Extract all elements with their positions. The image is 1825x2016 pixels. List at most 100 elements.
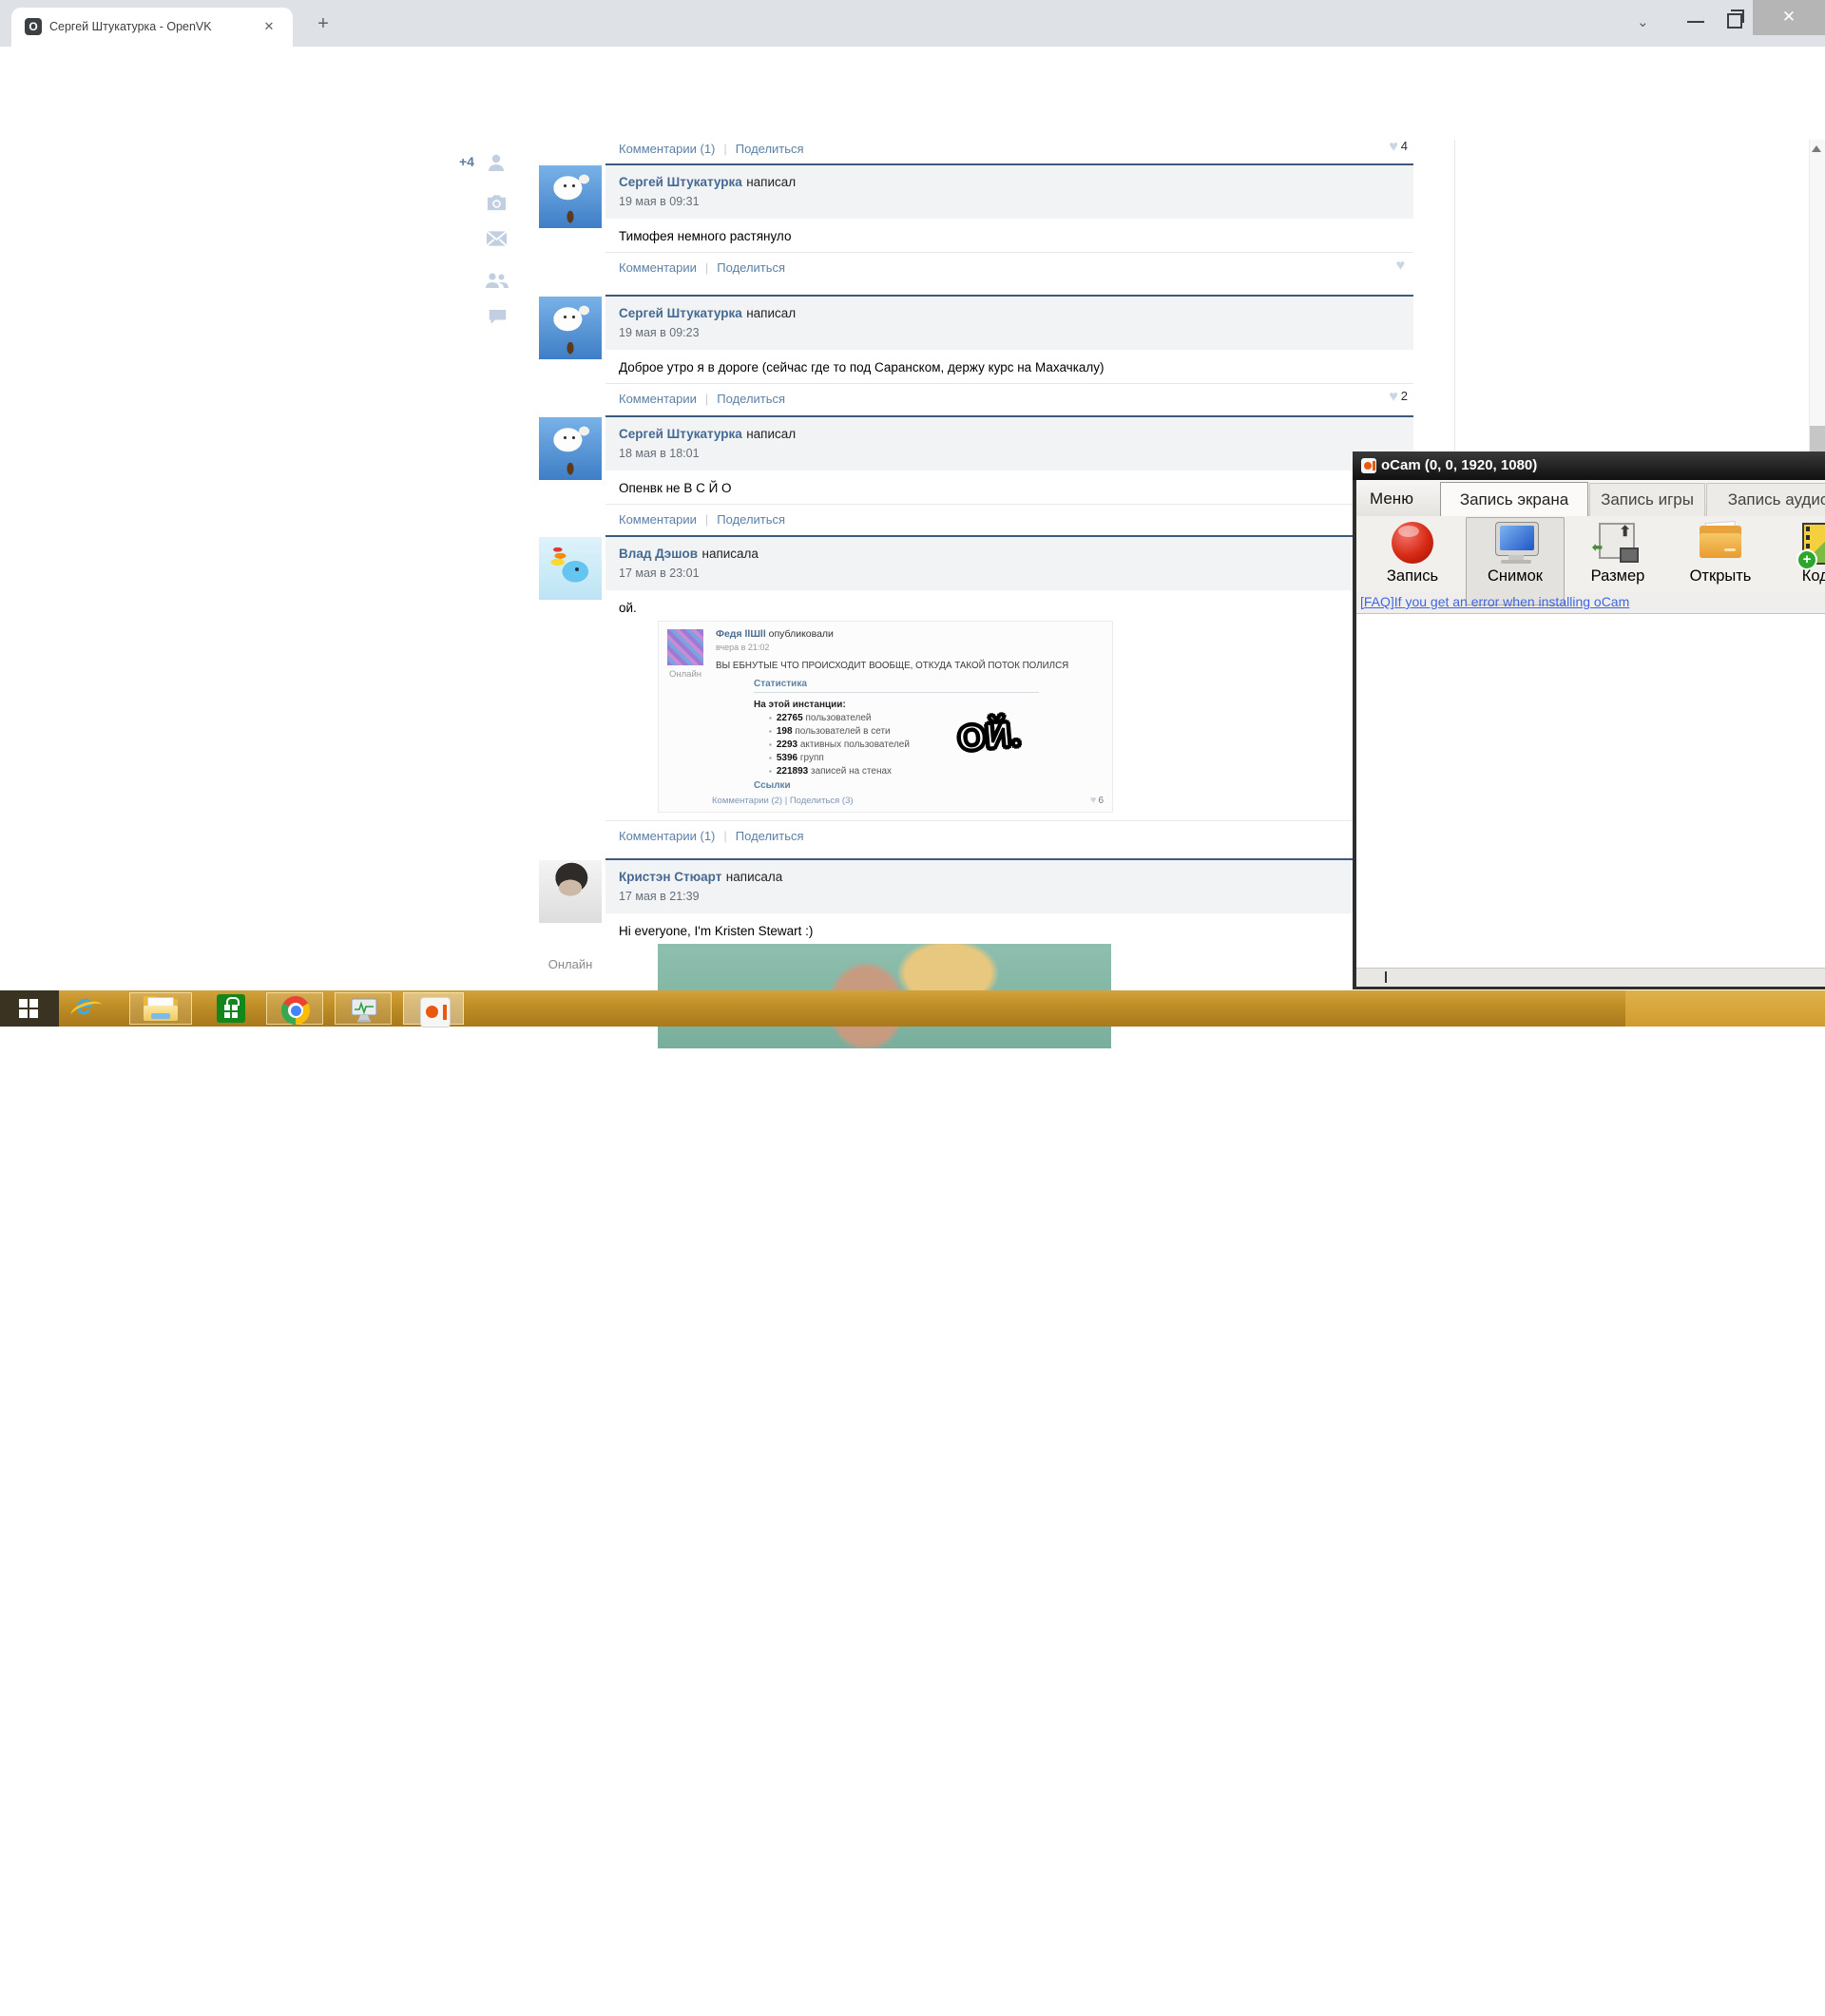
ocam-codec-button[interactable]: + Кодек bbox=[1774, 518, 1825, 605]
repost-likes: ♥6 bbox=[1090, 795, 1104, 806]
post-author-avatar[interactable] bbox=[539, 417, 602, 480]
tab-search-chevron-icon[interactable]: ⌄ bbox=[1637, 13, 1649, 30]
network-icon[interactable] bbox=[1571, 1988, 1596, 2007]
ocam-title-bar[interactable]: oCam (0, 0, 1920, 1080) bbox=[1353, 451, 1825, 480]
post-text: ой. bbox=[605, 590, 1413, 615]
power-battery-icon[interactable] bbox=[1542, 1987, 1565, 2008]
like-button[interactable]: ♥4 bbox=[1389, 139, 1408, 156]
comments-link[interactable]: Комментарии bbox=[619, 392, 697, 406]
share-link[interactable]: Поделиться bbox=[736, 142, 804, 156]
tray-show-hidden-icons[interactable] bbox=[1489, 1996, 1500, 2003]
post-date: 19 мая в 09:31 bbox=[619, 195, 1400, 208]
stat-item: ▪221893 записей на стенах bbox=[769, 766, 1039, 777]
attached-screenshot-image[interactable]: Онлайн Федя llШll опубликовали вчера в 2… bbox=[658, 621, 1113, 813]
post-author-link[interactable]: Влад Дэшов bbox=[619, 547, 698, 561]
ocam-faq-link[interactable]: [FAQ]If you get an error when installing… bbox=[1360, 594, 1629, 609]
taskbar: e bbox=[0, 990, 1825, 1027]
new-tab-button[interactable]: + bbox=[310, 11, 336, 38]
ocam-open-button[interactable]: Открыть bbox=[1671, 518, 1770, 605]
post-author-avatar[interactable] bbox=[539, 297, 602, 359]
ocam-snapshot-button[interactable]: Снимок bbox=[1466, 517, 1565, 605]
oy-sticker: ОЙ. bbox=[956, 714, 1022, 759]
window-close-button[interactable]: ✕ bbox=[1753, 0, 1825, 35]
post-date: 19 мая в 09:23 bbox=[619, 326, 1400, 339]
post-author-link[interactable]: Сергей Штукатурка bbox=[619, 306, 742, 320]
browser-tab[interactable]: O Сергей Штукатурка - OpenVK ✕ bbox=[11, 8, 293, 47]
chrome-icon bbox=[281, 996, 310, 1025]
windows-logo-icon bbox=[19, 999, 28, 1008]
links-section-title: Ссылки bbox=[754, 780, 1039, 791]
taskbar-store[interactable] bbox=[202, 990, 260, 1027]
resize-icon: ⬆⬅ bbox=[1599, 523, 1635, 559]
repost-text: ВЫ ЕБНУТЫЕ ЧТО ПРОИСХОДИТ ВООБЩЕ, ОТКУДА… bbox=[716, 661, 1068, 671]
language-indicator[interactable]: ENG bbox=[1641, 1990, 1672, 2006]
ocam-window[interactable]: oCam (0, 0, 1920, 1080) Меню Запись экра… bbox=[1353, 451, 1825, 989]
ocam-tab-audio-record[interactable]: Запись аудио bbox=[1706, 483, 1825, 516]
post-author-avatar[interactable] bbox=[539, 165, 602, 228]
screen: { "browser": { "tab": {"favicon_letter":… bbox=[0, 0, 1825, 1027]
codec-icon: + bbox=[1802, 523, 1825, 565]
performance-monitor-icon bbox=[350, 996, 378, 1025]
volume-icon[interactable] bbox=[1604, 1988, 1626, 2007]
ocam-tab-screen-record[interactable]: Запись экрана bbox=[1440, 482, 1588, 518]
post-author-link[interactable]: Сергей Штукатурка bbox=[619, 427, 742, 441]
ocam-tab-game-record[interactable]: Запись игры bbox=[1589, 483, 1705, 516]
wall-post: Сергей Штукатурка написал 19 мая в 09:23… bbox=[605, 295, 1413, 413]
store-icon bbox=[217, 994, 245, 1023]
share-link[interactable]: Поделиться bbox=[717, 260, 785, 275]
taskbar-performance-monitor[interactable] bbox=[335, 992, 392, 1025]
folder-icon bbox=[1700, 526, 1741, 560]
ocam-resize-button[interactable]: ⬆⬅ Размер bbox=[1568, 518, 1667, 605]
scrollbar-up-arrow[interactable] bbox=[1812, 145, 1821, 152]
like-button[interactable]: ♥2 bbox=[1389, 389, 1408, 406]
taskbar-clock[interactable]: 21:00 21.05.2025 bbox=[1682, 1982, 1817, 2016]
taskbar-chrome[interactable] bbox=[266, 992, 323, 1025]
clock-time: 21:00 bbox=[1682, 1982, 1817, 1999]
ocam-menu-button[interactable]: Меню bbox=[1370, 490, 1413, 509]
post-author-link[interactable]: Кристэн Стюарт bbox=[619, 870, 721, 884]
post-date: 18 мая в 18:01 bbox=[619, 447, 1400, 460]
action-center-flag-icon[interactable] bbox=[1512, 1988, 1533, 2007]
ocam-status-bar bbox=[1356, 968, 1825, 987]
share-link[interactable]: Поделиться bbox=[717, 392, 785, 406]
tab-close-icon[interactable]: ✕ bbox=[260, 18, 278, 35]
post-text: Тимофея немного растянуло bbox=[605, 219, 1413, 252]
post-text: Опенвк не В С Й О bbox=[605, 470, 1413, 504]
window-restore-button[interactable] bbox=[1727, 13, 1742, 29]
like-button[interactable]: ♥ bbox=[1396, 258, 1409, 275]
sidebar-friends-count[interactable]: +4 bbox=[459, 154, 474, 169]
comments-link[interactable]: Комментарии (1) bbox=[619, 829, 715, 843]
share-link[interactable]: Поделиться bbox=[717, 512, 785, 527]
taskbar-ocam[interactable] bbox=[403, 992, 464, 1025]
camera-icon[interactable] bbox=[486, 194, 508, 212]
share-link[interactable]: Поделиться bbox=[736, 829, 804, 843]
browser-toolbar: ← → ⟳ ovk.to/shtuknn#2 ☆ И bbox=[0, 47, 1825, 99]
messages-icon[interactable] bbox=[486, 230, 508, 247]
comments-link[interactable]: Комментарии bbox=[619, 512, 697, 527]
taskbar-ie[interactable]: e bbox=[63, 990, 118, 1027]
repost-actions: Комментарии (2) | Поделиться (3) bbox=[712, 796, 854, 806]
comments-link[interactable]: Комментарии (1) bbox=[619, 142, 715, 156]
wall-post: Влад Дэшов написала 17 мая в 23:01 ой. О… bbox=[605, 535, 1413, 850]
post-author-link[interactable]: Сергей Штукатурка bbox=[619, 175, 742, 189]
tab-strip: O Сергей Штукатурка - OpenVK ✕ + ⌄ ✕ bbox=[0, 0, 1825, 47]
comments-icon[interactable] bbox=[488, 308, 508, 325]
start-button[interactable] bbox=[0, 990, 59, 1027]
ocam-icon bbox=[420, 997, 451, 1027]
window-minimize-button[interactable] bbox=[1687, 21, 1704, 23]
taskbar-file-explorer[interactable] bbox=[129, 992, 192, 1025]
friends-icon[interactable] bbox=[484, 271, 509, 290]
online-status: Онлайн bbox=[539, 957, 602, 971]
heart-icon: ♥ bbox=[1090, 795, 1097, 806]
post-author-avatar[interactable] bbox=[539, 860, 602, 923]
repost-date: вчера в 21:02 bbox=[716, 643, 769, 652]
post-author-avatar[interactable] bbox=[539, 537, 602, 600]
comments-link[interactable]: Комментарии bbox=[619, 260, 697, 275]
tab-title: Сергей Штукатурка - OpenVK bbox=[49, 20, 249, 33]
person-icon[interactable] bbox=[485, 151, 508, 174]
ocam-record-button[interactable]: Запись bbox=[1363, 518, 1462, 605]
repost-author-link: Федя llШll опубликовали bbox=[716, 628, 834, 640]
wall-post: Сергей Штукатурка написал 18 мая в 18:01… bbox=[605, 415, 1413, 533]
online-status: Онлайн bbox=[661, 669, 710, 680]
repost-author-avatar bbox=[667, 629, 703, 665]
